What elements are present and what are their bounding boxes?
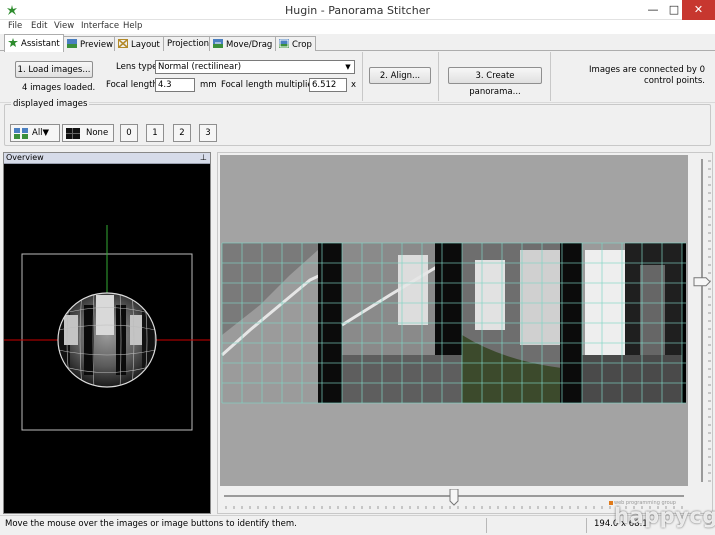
tab-assistant[interactable]: Assistant	[4, 34, 64, 52]
window-title: Hugin - Panorama Stitcher	[285, 4, 430, 17]
crop-icon	[279, 39, 289, 48]
multiplier-unit: x	[351, 80, 357, 90]
load-images-button[interactable]: 1. Load images...	[15, 61, 93, 78]
all-label: All▼	[32, 128, 50, 138]
tab-label: Move/Drag	[226, 40, 273, 50]
chevron-down-icon: ▼	[345, 63, 351, 71]
multiplier-input[interactable]: 6.512	[309, 78, 347, 92]
separator	[486, 518, 487, 533]
image-button-3[interactable]: 3	[199, 124, 217, 142]
show-all-button[interactable]: All▼	[10, 124, 60, 142]
image-button-1[interactable]: 1	[146, 124, 164, 142]
displayed-images-group: displayed images All▼ None 0 1 2 3	[4, 99, 711, 146]
image-button-0[interactable]: 0	[120, 124, 138, 142]
vertical-slider-ticks	[708, 160, 711, 482]
menu-edit[interactable]: Edit	[31, 21, 47, 31]
menu-file[interactable]: File	[8, 21, 22, 31]
images-loaded-text: 4 images loaded.	[22, 83, 96, 93]
menu-help[interactable]: Help	[123, 21, 142, 31]
overview-sphere-view[interactable]	[4, 165, 210, 513]
focal-length-unit: mm	[200, 80, 217, 90]
overview-title: Overview	[6, 153, 44, 162]
vertical-fov-slider[interactable]	[692, 155, 712, 486]
tab-bar: Assistant Preview Layout Projection Move…	[0, 34, 715, 52]
watermark-dot	[609, 501, 613, 505]
tab-label: Assistant	[21, 39, 60, 49]
title-bar: Hugin - Panorama Stitcher — □ ✕	[0, 0, 715, 20]
tab-move-drag[interactable]: Move/Drag	[209, 36, 277, 51]
maximize-button[interactable]: □	[666, 0, 682, 20]
none-label: None	[86, 128, 109, 138]
show-none-button[interactable]: None	[62, 124, 114, 142]
move-drag-icon	[213, 39, 223, 48]
watermark: web programming group happycgi	[609, 500, 715, 535]
pin-icon[interactable]: ⊥	[200, 153, 207, 162]
separator	[586, 518, 587, 533]
tab-crop[interactable]: Crop	[275, 36, 316, 51]
overview-header: Overview ⊥	[4, 153, 210, 164]
displayed-images-title: displayed images	[11, 99, 90, 109]
separator	[438, 52, 439, 101]
multiplier-label: Focal length multiplier:	[221, 80, 319, 90]
tab-preview[interactable]: Preview	[63, 36, 118, 51]
separator	[550, 52, 551, 101]
all-images-icon	[14, 128, 28, 139]
align-button[interactable]: 2. Align...	[369, 67, 431, 84]
watermark-logo-text: happycgi	[614, 504, 715, 528]
status-bar: Move the mouse over the images or image …	[0, 515, 715, 535]
tab-label: Preview	[80, 40, 114, 50]
tab-label: Layout	[131, 40, 160, 50]
overview-panel[interactable]: Overview ⊥	[3, 152, 211, 514]
lens-type-label: Lens type:	[116, 62, 161, 72]
connection-status-text: Images are connected by 0 control points…	[589, 65, 705, 86]
minimize-button[interactable]: —	[640, 0, 666, 20]
separator	[362, 52, 363, 101]
lens-type-value: Normal (rectilinear)	[158, 62, 242, 72]
close-button[interactable]: ✕	[682, 0, 715, 20]
image-button-2[interactable]: 2	[173, 124, 191, 142]
lens-type-select[interactable]: Normal (rectilinear) ▼	[155, 60, 355, 74]
assistant-icon	[8, 38, 18, 47]
tab-projection[interactable]: Projection	[163, 36, 214, 51]
menu-interface[interactable]: Interface	[81, 21, 119, 31]
assistant-panel: 1. Load images... 4 images loaded. Lens …	[0, 51, 715, 103]
focal-length-input[interactable]: 4.3	[155, 78, 195, 92]
no-images-icon	[66, 128, 80, 139]
create-panorama-button[interactable]: 3. Create panorama...	[448, 67, 542, 97]
preview-icon	[67, 39, 77, 48]
horizontal-slider-thumb[interactable]	[449, 489, 459, 506]
focal-length-label: Focal length:	[106, 80, 161, 90]
tab-label: Projection	[167, 39, 210, 49]
layout-icon	[118, 39, 128, 48]
panorama-preview-canvas[interactable]	[220, 155, 688, 486]
status-message: Move the mouse over the images or image …	[5, 519, 297, 529]
menu-bar: File Edit View Interface Help	[0, 20, 715, 34]
tab-label: Crop	[292, 40, 312, 50]
vertical-slider-thumb[interactable]	[693, 277, 711, 287]
menu-view[interactable]: View	[54, 21, 74, 31]
preview-panel	[217, 152, 713, 514]
tab-layout[interactable]: Layout	[114, 36, 164, 51]
